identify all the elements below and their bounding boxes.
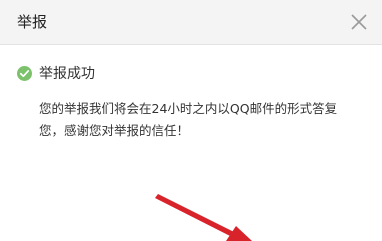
close-icon[interactable]: [349, 12, 369, 32]
status-title: 举报成功: [39, 66, 95, 82]
message-line-1: 您的举报我们将会在24小时之内以QQ邮件的形式答复: [39, 101, 338, 116]
message-line-2: 您，感谢您对举报的信任！: [39, 123, 190, 138]
check-circle-icon: [17, 66, 32, 81]
confirmation-message: 您的举报我们将会在24小时之内以QQ邮件的形式答复 您，感谢您对举报的信任！: [39, 98, 375, 142]
report-dialog: 举报 举报成功 您的举报我们将会在24小时之内以QQ邮件的形式答复 您，感谢您对…: [0, 0, 382, 241]
dialog-title: 举报: [17, 13, 48, 31]
dialog-header: 举报: [0, 0, 382, 45]
